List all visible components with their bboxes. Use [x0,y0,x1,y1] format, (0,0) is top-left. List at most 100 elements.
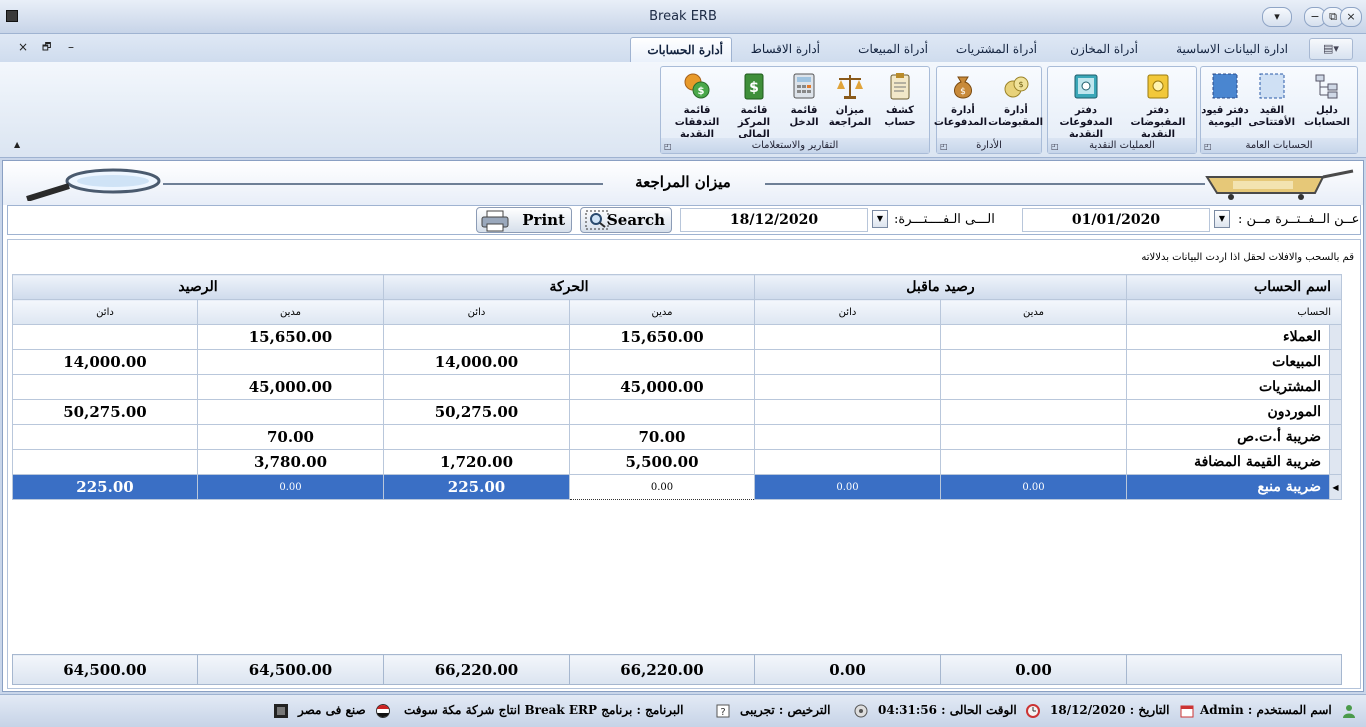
cell-account[interactable]: الموردون [1126,399,1330,425]
print-button[interactable]: Print [476,207,572,233]
table-row[interactable]: 70.00 70.00 ضريبة أ.ت.ص [12,424,1342,450]
from-date-dropdown-icon[interactable]: ▼ [1214,210,1230,228]
cell-account[interactable]: المشتريات [1126,374,1330,400]
band-balance[interactable]: الرصيد [12,274,384,300]
cell-movement-debit[interactable]: 5,500.00 [569,449,755,475]
cell-balance-credit[interactable]: 225.00 [12,474,198,500]
tab-purchases[interactable]: أدراة المشتريات [950,37,1045,62]
mdi-close-icon[interactable]: × [18,40,28,54]
cell-movement-debit[interactable]: 70.00 [569,424,755,450]
cell-opening-debit[interactable] [940,449,1127,475]
income-statement-button[interactable]: قائمة الدخل [779,71,829,129]
mdi-minimize-icon[interactable]: – [68,40,74,54]
cell-opening-debit[interactable] [940,349,1127,375]
to-date-field[interactable]: 18/12/2020 [680,208,868,232]
table-row[interactable]: 3,780.00 1,720.00 5,500.00 ضريبة القيمة … [12,449,1342,475]
cell-movement-credit[interactable]: 14,000.00 [383,349,570,375]
cell-movement-credit[interactable] [383,374,570,400]
cash-flow-button[interactable]: $ قائمة التدفقات النقدية [665,71,729,141]
cell-balance-debit[interactable]: 3,780.00 [197,449,384,475]
cell-balance-credit[interactable] [12,324,198,350]
cell-opening-debit[interactable] [940,324,1127,350]
table-row[interactable]: 50,275.00 50,275.00 الموردون [12,399,1342,425]
cell-balance-credit[interactable]: 50,275.00 [12,399,198,425]
cell-movement-credit[interactable] [383,424,570,450]
close-button[interactable]: × [1340,7,1362,27]
col-opening-debit[interactable]: مدين [940,299,1127,325]
band-opening-balance[interactable]: رصيد ماقبل [754,274,1127,300]
opening-entry-button[interactable]: القيد الأفتتاحى [1248,71,1295,129]
ribbon-collapse-icon[interactable]: ▲ [14,140,20,149]
cell-movement-credit[interactable] [383,324,570,350]
group-launcher-icon[interactable]: ◰ [1204,142,1212,151]
row-indicator[interactable] [1329,399,1342,425]
cell-movement-credit[interactable]: 225.00 [383,474,570,500]
cell-opening-debit[interactable] [940,399,1127,425]
receipts-book-button[interactable]: دفتر المقبوضات النقدية [1122,71,1194,141]
col-account[interactable]: الحساب [1126,299,1342,325]
cell-movement-debit[interactable]: 45,000.00 [569,374,755,400]
tab-basic-data[interactable]: ادارة البيانات الاساسية [1166,37,1296,62]
trial-balance-button[interactable]: ميزان المراجعة [823,71,877,129]
manage-receipts-button[interactable]: $ أدارة المقبوضات [988,71,1043,129]
from-date-field[interactable]: 01/01/2020 [1022,208,1210,232]
group-launcher-icon[interactable]: ◰ [1051,142,1059,151]
chart-of-accounts-button[interactable]: دليل الحسابات [1297,71,1357,129]
current-row-indicator-icon[interactable]: ◀ [1329,474,1342,500]
cell-balance-debit[interactable]: 70.00 [197,424,384,450]
tab-warehouses[interactable]: أدراة المخازن [1062,37,1146,62]
cell-balance-debit[interactable] [197,399,384,425]
row-indicator[interactable] [1329,349,1342,375]
manage-payments-button[interactable]: $ أدارة المدفوعات [934,71,987,129]
cell-account[interactable]: ضريبة القيمة المضافة [1126,449,1330,475]
row-indicator[interactable] [1329,374,1342,400]
cell-account[interactable]: المبيعات [1126,349,1330,375]
group-launcher-icon[interactable]: ◰ [940,142,948,151]
balance-sheet-button[interactable]: $ قائمة المركز المالى [727,71,781,141]
row-indicator[interactable] [1329,449,1342,475]
cell-account[interactable]: ضريبة أ.ت.ص [1126,424,1330,450]
cell-movement-debit[interactable]: 15,650.00 [569,324,755,350]
cell-balance-credit[interactable] [12,424,198,450]
cell-account[interactable]: العملاء [1126,324,1330,350]
application-menu-icon[interactable]: ▤▾ [1309,38,1353,60]
cell-account[interactable]: ضريبة منبع [1126,474,1330,500]
col-balance-debit[interactable]: مدين [197,299,384,325]
col-movement-debit[interactable]: مدين [569,299,755,325]
to-date-dropdown-icon[interactable]: ▼ [872,210,888,228]
cell-balance-debit[interactable]: 45,000.00 [197,374,384,400]
cell-opening-credit[interactable] [754,324,941,350]
group-launcher-icon[interactable]: ◰ [664,142,672,151]
cell-balance-credit[interactable] [12,449,198,475]
cell-balance-debit[interactable]: 15,650.00 [197,324,384,350]
row-indicator[interactable] [1329,324,1342,350]
row-indicator[interactable] [1329,424,1342,450]
tab-installments[interactable]: أدارة الاقساط [742,37,828,62]
quick-access-dropdown-icon[interactable]: ▾ [1262,7,1292,27]
cell-opening-credit[interactable] [754,349,941,375]
cell-opening-credit[interactable] [754,399,941,425]
cell-opening-credit[interactable] [754,424,941,450]
account-statement-button[interactable]: كشف حساب [873,71,927,129]
tab-accounts-management[interactable]: أدارة الحسابات [630,37,732,62]
table-row[interactable]: 45,000.00 45,000.00 المشتريات [12,374,1342,400]
band-movement[interactable]: الحركة [383,274,755,300]
journal-button[interactable]: دفتر قيود اليومية [1201,71,1249,129]
cell-opening-debit[interactable] [940,424,1127,450]
cell-balance-debit[interactable]: 0.00 [197,474,384,500]
tab-sales[interactable]: أدراة المبيعات [846,37,936,62]
cell-balance-debit[interactable] [197,349,384,375]
cell-opening-debit[interactable]: 0.00 [940,474,1127,500]
col-opening-credit[interactable]: دائن [754,299,941,325]
cell-balance-credit[interactable] [12,374,198,400]
col-movement-credit[interactable]: دائن [383,299,570,325]
table-row[interactable]: 14,000.00 14,000.00 المبيعات [12,349,1342,375]
table-row[interactable]: 15,650.00 15,650.00 العملاء [12,324,1342,350]
band-account-name[interactable]: اسم الحساب [1126,274,1342,300]
col-balance-credit[interactable]: دائن [12,299,198,325]
cell-opening-credit[interactable]: 0.00 [754,474,941,500]
cell-movement-debit[interactable] [569,349,755,375]
cell-opening-credit[interactable] [754,374,941,400]
cell-balance-credit[interactable]: 14,000.00 [12,349,198,375]
cell-movement-credit[interactable]: 50,275.00 [383,399,570,425]
